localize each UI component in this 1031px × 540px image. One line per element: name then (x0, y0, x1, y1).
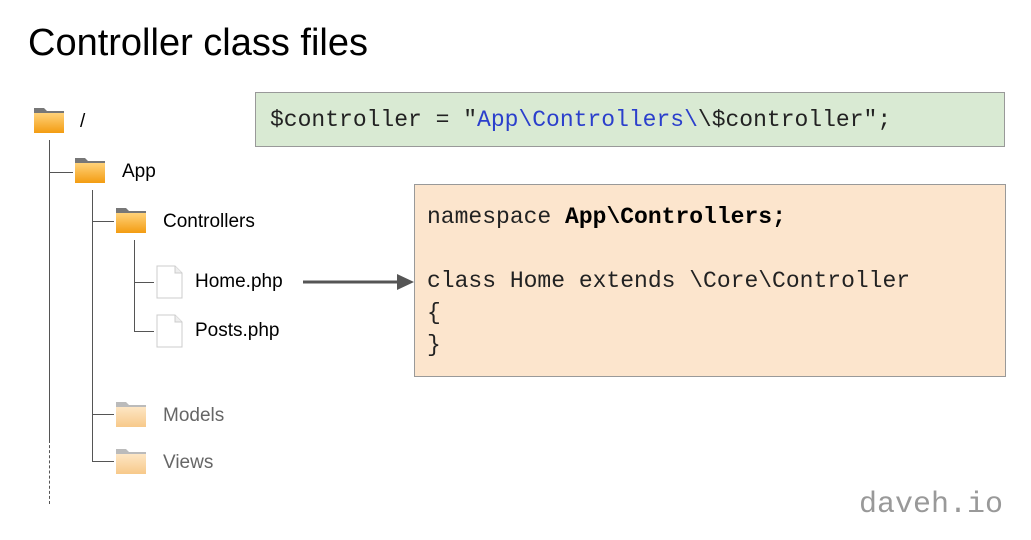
code-prefix: $controller = " (270, 107, 478, 133)
tree-line-root (49, 140, 50, 440)
page-title: Controller class files (28, 22, 368, 64)
namespace-name: App\Controllers; (565, 204, 786, 230)
open-brace-line: { (427, 300, 441, 326)
controllers-label[interactable]: Controllers (163, 211, 255, 233)
class-declaration-line: class Home extends \Core\Controller (427, 268, 911, 294)
code-suffix: \$controller"; (697, 107, 892, 133)
app-label[interactable]: App (122, 161, 156, 183)
namespace-line: namespace App\Controllers; (427, 201, 1005, 233)
code-namespace: App\Controllers\ (477, 107, 698, 133)
class-definition-code: namespace App\Controllers; class Home ex… (414, 184, 1006, 377)
posts-file-icon[interactable] (154, 314, 184, 348)
tree-branch-models (92, 414, 114, 415)
root-folder-icon[interactable] (32, 102, 66, 134)
home-file-icon[interactable] (154, 265, 184, 299)
tree-branch-views (92, 461, 114, 462)
tree-branch-app (49, 172, 73, 173)
controller-assignment-code: $controller = "App\Controllers\\$control… (255, 92, 1005, 147)
namespace-keyword: namespace (427, 204, 566, 230)
tree-line-root-continued (49, 440, 50, 504)
posts-file-label[interactable]: Posts.php (195, 320, 280, 342)
arrow-right-icon (303, 272, 415, 297)
tree-line-controllers (134, 240, 135, 332)
controllers-folder-icon[interactable] (114, 202, 148, 234)
app-folder-icon[interactable] (73, 152, 107, 184)
models-folder-icon[interactable] (114, 396, 148, 428)
watermark: daveh.io (858, 488, 1003, 522)
views-label[interactable]: Views (163, 452, 213, 474)
close-brace-line: } (427, 332, 441, 358)
models-label[interactable]: Models (163, 405, 224, 427)
tree-branch-controllers (92, 221, 114, 222)
views-folder-icon[interactable] (114, 443, 148, 475)
root-label[interactable]: / (80, 111, 85, 133)
tree-line-app (92, 190, 93, 462)
tree-branch-home (134, 282, 154, 283)
home-file-label[interactable]: Home.php (195, 271, 283, 293)
tree-branch-posts (134, 331, 154, 332)
